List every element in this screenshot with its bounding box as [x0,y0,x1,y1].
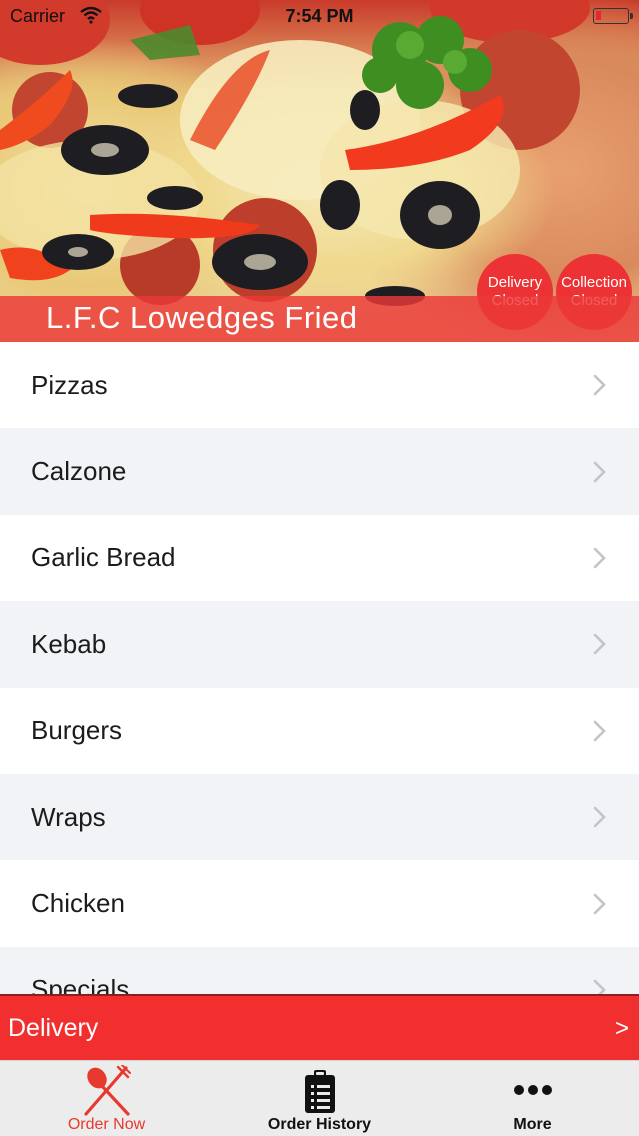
menu-category-specials[interactable]: Specials [0,946,639,994]
category-label: Specials [31,974,130,994]
tab-label: More [513,1116,552,1133]
chevron-right-icon [593,634,606,655]
restaurant-name: L.F.C Lowedges Fried [46,300,358,335]
restaurant-title-band: L.F.C Lowedges Fried [0,296,639,342]
chevron-right-icon [593,806,606,828]
chevron-right-icon: > [614,1015,629,1042]
chevron-right-icon [593,547,606,569]
collection-badge-line1: Collection [561,274,627,291]
tab-more[interactable]: More [426,1061,639,1136]
status-bar: Carrier 7:54 PM [0,0,639,34]
hero-banner: Carrier 7:54 PM Delivery Closed Collecti… [0,0,639,342]
menu-category-chicken[interactable]: Chicken [0,860,639,947]
chevron-right-icon [593,720,606,742]
chevron-right-icon [593,893,606,914]
clipboard-icon [304,1070,335,1113]
category-label: Garlic Bread [31,542,176,573]
chevron-right-icon [593,374,606,396]
fork-knife-icon [83,1065,131,1116]
menu-category-calzone[interactable]: Calzone [0,428,639,515]
delivery-mode-label: Delivery [8,1014,99,1042]
tab-label: Order History [267,1116,372,1133]
menu-category-burgers[interactable]: Burgers [0,687,639,774]
menu-category-garlic-bread[interactable]: Garlic Bread [0,514,639,602]
menu-category-list[interactable]: Pizzas Calzone Garlic Bread Kebab Burger… [0,342,639,994]
delivery-badge-line1: Delivery [487,274,543,291]
app-screen: Carrier 7:54 PM Delivery Closed Collecti… [0,0,639,1136]
menu-category-kebab[interactable]: Kebab [0,601,639,688]
tab-bar: Order Now Order History More [0,1060,639,1136]
tab-order-now[interactable]: Order Now [0,1061,213,1136]
category-label: Chicken [31,888,125,919]
category-label: Pizzas [31,369,108,400]
more-dots-icon [513,1085,552,1095]
battery-icon [593,8,633,24]
category-label: Wraps [31,801,106,832]
chevron-right-icon [593,979,606,994]
category-label: Burgers [31,715,123,746]
tab-order-history[interactable]: Order History [213,1061,426,1136]
tab-label: Order Now [67,1116,146,1133]
category-label: Kebab [31,628,107,659]
chevron-right-icon [593,461,606,482]
clock: 7:54 PM [285,6,354,26]
menu-category-pizzas[interactable]: Pizzas [0,342,639,429]
delivery-mode-bar[interactable]: Delivery > [0,994,639,1060]
menu-category-wraps[interactable]: Wraps [0,773,639,861]
category-label: Calzone [31,456,127,487]
